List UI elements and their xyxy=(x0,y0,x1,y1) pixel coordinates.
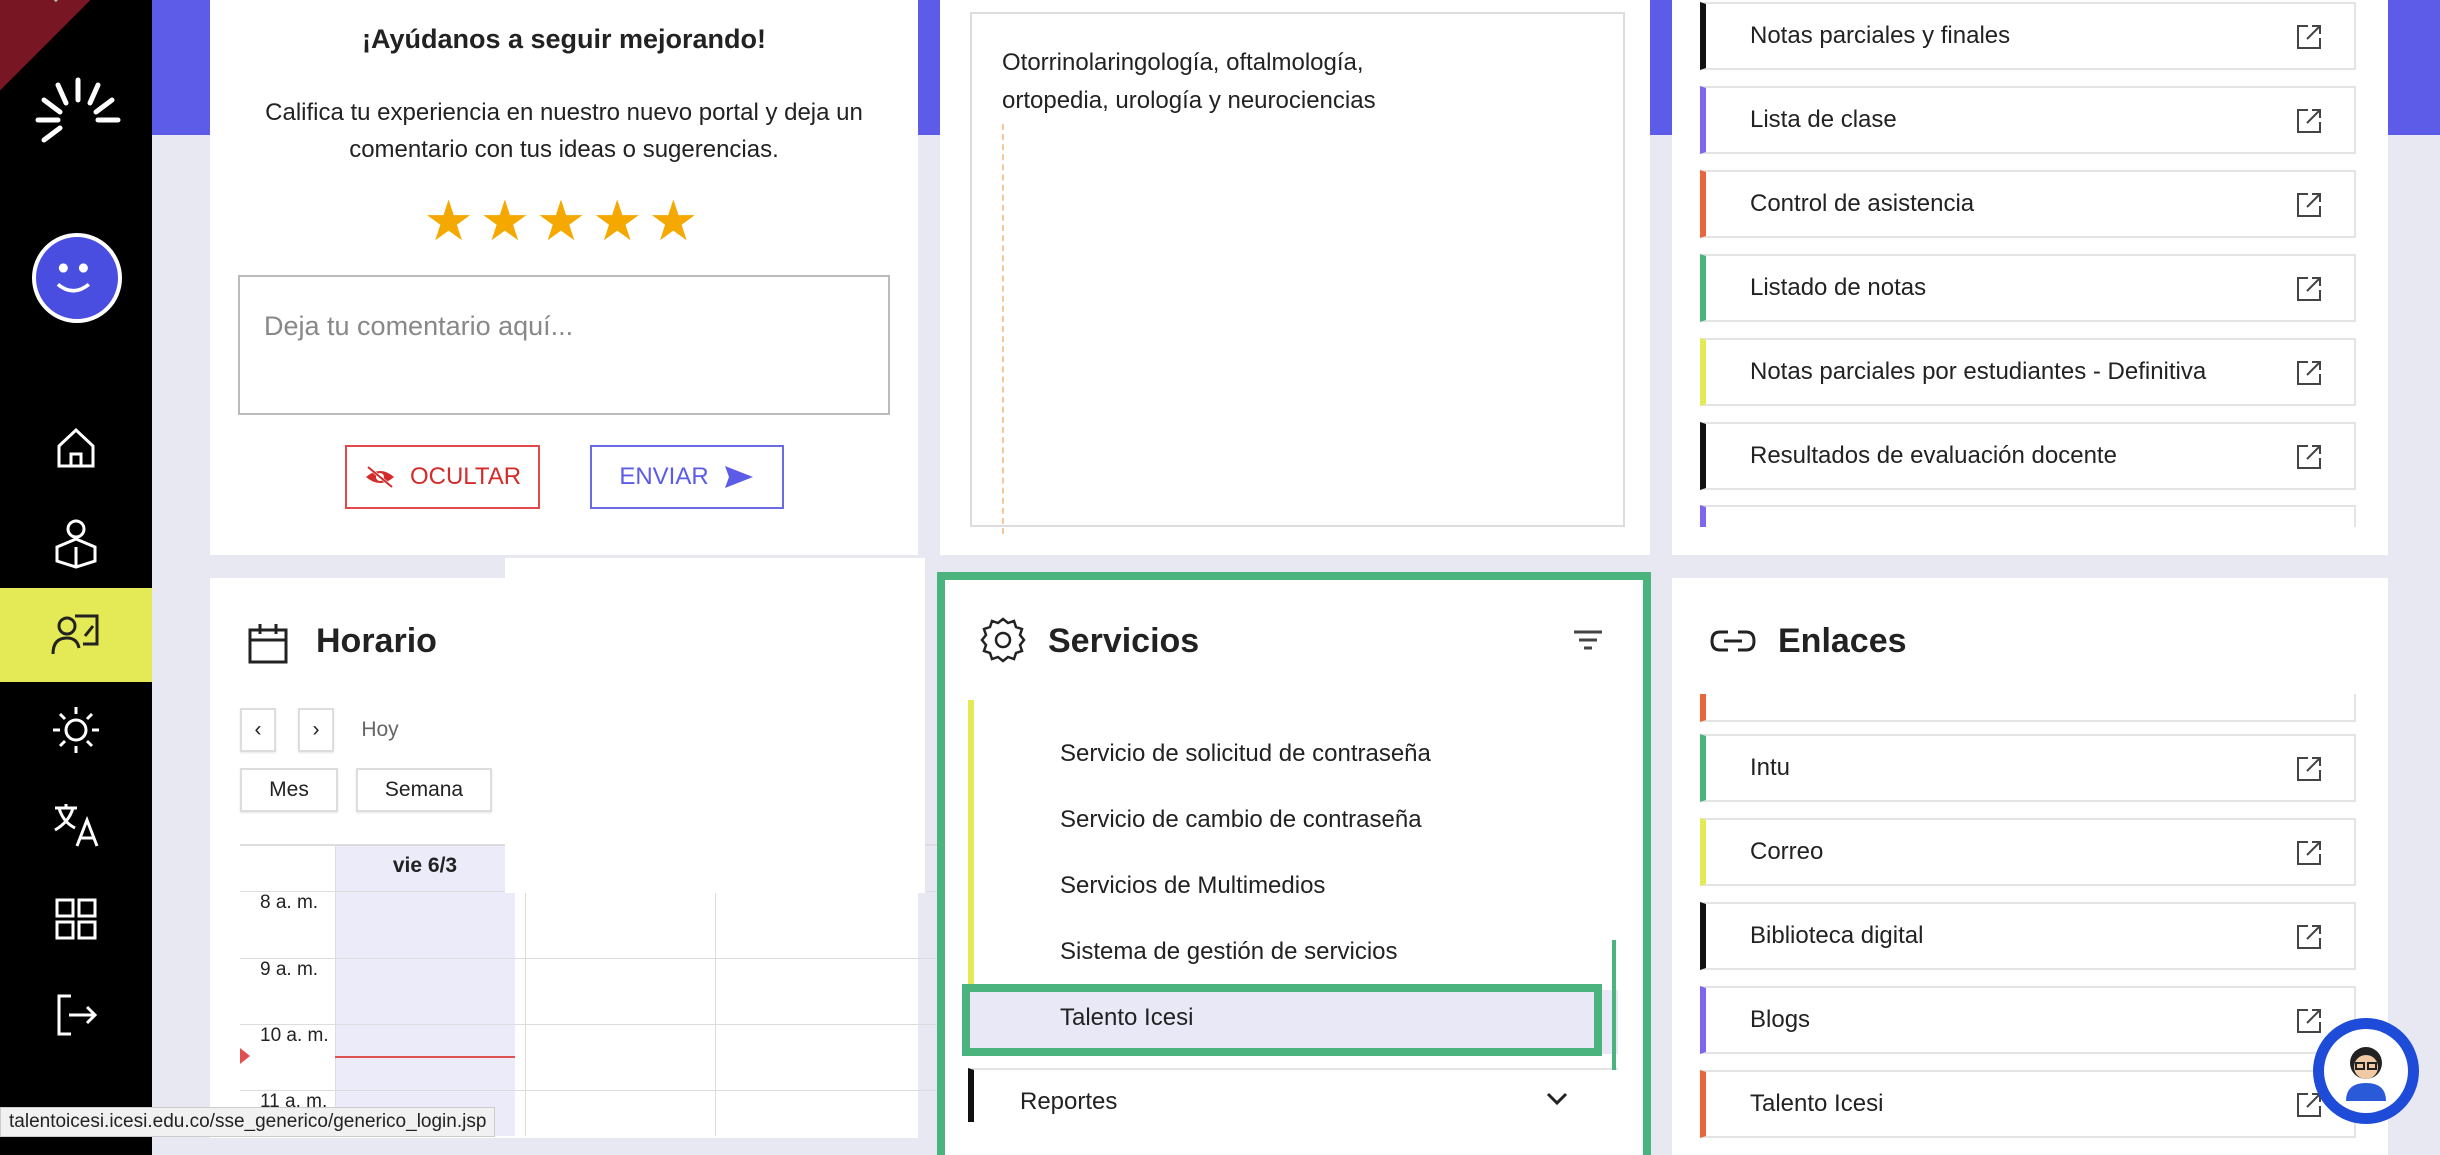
servicios-highlight xyxy=(937,572,1651,1155)
link-label: Intu xyxy=(1750,754,1791,781)
current-time-marker xyxy=(240,1048,250,1064)
accent-bar xyxy=(152,0,210,135)
timeline-line xyxy=(1002,124,1004,534)
logout-icon xyxy=(57,994,98,1036)
external-link-icon[interactable] xyxy=(2294,1006,2324,1036)
link-label: Talento Icesi xyxy=(1750,1090,1884,1117)
university-logo xyxy=(35,77,121,143)
grid-line xyxy=(525,891,526,1136)
student-icon xyxy=(55,519,97,569)
external-link-icon[interactable] xyxy=(2294,922,2324,952)
day-header: vie 6/3 xyxy=(392,854,458,877)
overlay-panel xyxy=(505,558,925,893)
enlaces-title: Enlaces xyxy=(1778,622,1907,660)
link-label: Resultados de evaluación docente xyxy=(1750,442,2117,469)
accent-bar xyxy=(918,0,940,135)
accent-bar xyxy=(1650,0,1672,135)
translate-icon xyxy=(54,804,99,847)
time-label: 8 a. m. xyxy=(260,892,319,913)
nav-theme[interactable] xyxy=(0,683,152,777)
link-item[interactable]: Listado de notas xyxy=(1700,254,2356,322)
external-link-icon[interactable] xyxy=(2294,838,2324,868)
link-item[interactable]: Biblioteca digital xyxy=(1700,902,2356,970)
nav-teacher[interactable] xyxy=(0,588,152,682)
external-link-icon[interactable] xyxy=(2294,274,2324,304)
time-label: 9 a. m. xyxy=(260,959,319,980)
timeline-box: Otorrinolaringología, oftalmología, orto… xyxy=(970,12,1625,534)
link-item[interactable]: Control de asistencia xyxy=(1700,170,2356,238)
link-item[interactable]: Notas parciales por estudiantes - Defini… xyxy=(1700,338,2356,406)
assistant-button[interactable] xyxy=(2313,1018,2419,1124)
week-button[interactable]: Semana xyxy=(356,768,492,812)
link-item-partial xyxy=(1700,505,2356,527)
home-icon xyxy=(57,427,95,468)
hide-label: OCULTAR xyxy=(409,463,522,490)
send-label: ENVIAR xyxy=(619,463,709,490)
theme-icon xyxy=(53,707,99,753)
feedback-card: ¡Ayúdanos a seguir mejorando! Califica t… xyxy=(210,0,918,555)
nav-home[interactable] xyxy=(0,400,152,494)
link-item[interactable]: Lista de clase xyxy=(1700,86,2356,154)
link-label: Correo xyxy=(1750,838,1824,865)
nav-logout[interactable] xyxy=(0,968,152,1062)
timeline-text-1: Otorrinolaringología, oftalmología, xyxy=(1002,49,1364,76)
external-link-icon[interactable] xyxy=(2294,190,2324,220)
comment-textarea[interactable]: Deja tu comentario aquí... xyxy=(238,275,890,415)
link-item[interactable]: Notas parciales y finales xyxy=(1700,2,2356,70)
link-label: Notas parciales y finales xyxy=(1750,22,2011,49)
timeline-text-2: ortopedia, urología y neurociencias xyxy=(1002,87,1376,114)
link-label: Notas parciales por estudiantes - Defini… xyxy=(1750,358,2207,385)
next-button[interactable]: › xyxy=(298,708,334,752)
apps-grid-icon xyxy=(55,898,97,940)
link-label: Blogs xyxy=(1750,1006,1811,1033)
external-link-icon[interactable] xyxy=(2294,358,2324,388)
link-item-partial xyxy=(1700,694,2356,722)
nav-apps[interactable] xyxy=(0,872,152,966)
link-item[interactable]: Resultados de evaluación docente xyxy=(1700,422,2356,490)
avatar[interactable] xyxy=(32,233,122,323)
link-label: Biblioteca digital xyxy=(1750,922,1924,949)
link-item[interactable]: Talento Icesi xyxy=(1700,1070,2356,1138)
nav-student[interactable] xyxy=(0,495,152,589)
month-button[interactable]: Mes xyxy=(240,768,338,812)
link-label: Lista de clase xyxy=(1750,106,1897,133)
time-label: 10 a. m. xyxy=(260,1025,329,1046)
link-icon xyxy=(1710,630,1756,652)
talento-highlight xyxy=(962,984,1602,1056)
link-item[interactable]: Blogs xyxy=(1700,986,2356,1054)
external-link-icon[interactable] xyxy=(2294,22,2324,52)
feedback-title: ¡Ayúdanos a seguir mejorando! xyxy=(361,24,767,54)
teacher-icon xyxy=(51,614,99,655)
sidebar: Desarrollo xyxy=(0,0,240,1155)
external-link-icon[interactable] xyxy=(2294,754,2324,784)
send-icon xyxy=(724,466,753,488)
assistant-avatar-icon xyxy=(2346,1047,2386,1101)
link-item[interactable]: Correo xyxy=(1700,818,2356,886)
today-button[interactable]: Hoy xyxy=(356,708,404,752)
rating-stars[interactable]: ★★★★★ xyxy=(210,188,918,254)
smiley-icon xyxy=(56,263,91,293)
accent-bar xyxy=(2388,0,2440,135)
current-time-line xyxy=(335,1056,515,1058)
nav-translate[interactable] xyxy=(0,778,152,872)
link-item[interactable]: Intu xyxy=(1700,734,2356,802)
eye-off-icon xyxy=(365,465,394,489)
hide-button[interactable]: OCULTAR xyxy=(345,445,540,509)
external-link-icon[interactable] xyxy=(2294,106,2324,136)
link-label: Control de asistencia xyxy=(1750,190,1975,217)
external-link-icon[interactable] xyxy=(2294,442,2324,472)
send-button[interactable]: ENVIAR xyxy=(590,445,784,509)
day-column xyxy=(335,846,515,1136)
horario-title: Horario xyxy=(316,622,437,660)
link-label: Listado de notas xyxy=(1750,274,1927,301)
prev-button[interactable]: ‹ xyxy=(240,708,276,752)
feedback-text: Califica tu experiencia en nuestro nuevo… xyxy=(265,99,863,163)
status-bar-url: talentoicesi.icesi.edu.co/sse_generico/g… xyxy=(0,1107,496,1137)
calendar-icon xyxy=(248,624,288,664)
grid-line xyxy=(715,891,716,1136)
